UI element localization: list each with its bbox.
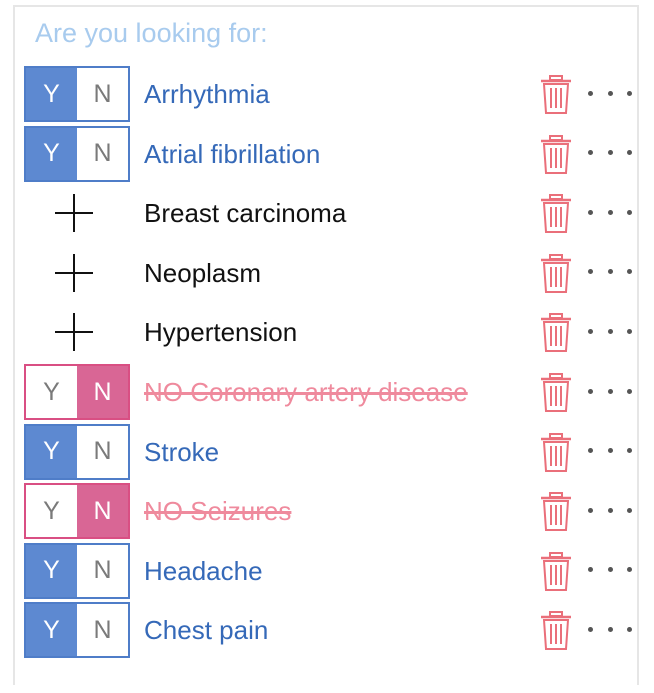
toggle-yes-button[interactable]: Y xyxy=(26,544,77,597)
condition-label[interactable]: Hypertension xyxy=(144,304,297,360)
trash-icon[interactable] xyxy=(539,134,573,175)
more-dot xyxy=(588,269,593,275)
more-options-icon[interactable] xyxy=(588,316,632,346)
trash-icon[interactable] xyxy=(539,253,573,294)
toggle-no-button[interactable]: N xyxy=(77,544,128,597)
more-dot xyxy=(627,209,632,215)
more-dot xyxy=(607,567,613,573)
more-dot xyxy=(627,626,632,632)
toggle-no-button[interactable]: N xyxy=(77,425,128,478)
more-dot xyxy=(588,507,593,513)
more-dot xyxy=(588,90,593,96)
toggle-yes-button[interactable]: Y xyxy=(26,604,77,657)
more-dot xyxy=(627,388,632,394)
condition-label[interactable]: Chest pain xyxy=(144,602,268,658)
yes-no-toggle[interactable]: YN xyxy=(24,602,130,659)
condition-panel: Are you looking for: Y N Arrhythmia Y N Atria… xyxy=(13,5,639,685)
toggle-no-button[interactable]: N xyxy=(77,485,128,538)
more-dot xyxy=(588,328,593,334)
plus-icon[interactable] xyxy=(55,313,93,352)
yes-no-toggle[interactable]: YN xyxy=(24,66,130,122)
toggle-no-button[interactable]: N xyxy=(77,68,128,120)
more-options-icon[interactable] xyxy=(588,436,632,466)
trash-icon[interactable] xyxy=(539,611,573,651)
toggle-yes-button[interactable]: Y xyxy=(26,68,77,120)
yes-no-toggle[interactable]: YN xyxy=(24,364,130,420)
condition-row: Y N Chest pain xyxy=(15,602,637,659)
more-dot xyxy=(607,328,613,334)
more-options-icon[interactable] xyxy=(588,257,632,287)
panel-prompt: Are you looking for: xyxy=(35,18,268,48)
more-dot xyxy=(588,388,593,394)
more-dot xyxy=(607,269,613,275)
toggle-no-button[interactable]: N xyxy=(77,366,128,418)
trash-icon[interactable] xyxy=(539,194,573,234)
more-dot xyxy=(607,507,613,513)
more-dot xyxy=(607,209,613,215)
yes-no-toggle[interactable]: YN xyxy=(24,542,130,599)
condition-label[interactable]: NO Coronary artery disease xyxy=(144,364,468,420)
yes-no-toggle[interactable]: YN xyxy=(24,483,130,540)
toggle-no-button[interactable]: N xyxy=(77,127,128,180)
trash-icon[interactable] xyxy=(539,551,573,592)
more-dot xyxy=(627,150,632,156)
more-options-icon[interactable] xyxy=(588,376,632,406)
toggle-no-button[interactable]: N xyxy=(77,604,128,657)
more-dot xyxy=(607,448,613,454)
more-options-icon[interactable] xyxy=(588,555,632,585)
more-dot xyxy=(588,448,593,454)
condition-row: Breast carcinoma xyxy=(15,185,637,241)
condition-row: Y N Stroke xyxy=(15,423,637,480)
trash-icon[interactable] xyxy=(539,313,573,353)
more-dot xyxy=(627,328,632,334)
trash-icon[interactable] xyxy=(539,492,573,532)
condition-label[interactable]: Atrial fibrillation xyxy=(144,126,320,182)
toggle-yes-button[interactable]: Y xyxy=(26,485,77,538)
condition-row: Y N NO Seizures xyxy=(15,483,637,540)
condition-row: Hypertension xyxy=(15,304,637,360)
more-dot xyxy=(627,90,632,96)
plus-icon[interactable] xyxy=(55,253,93,292)
more-dot xyxy=(588,209,593,215)
condition-row: Y N Arrhythmia xyxy=(15,66,637,122)
condition-row: Y N Headache xyxy=(15,542,637,599)
more-dot xyxy=(588,150,593,156)
condition-label[interactable]: Headache xyxy=(144,543,263,599)
more-options-icon[interactable] xyxy=(588,78,632,108)
more-dot xyxy=(627,567,632,573)
more-dot xyxy=(607,90,613,96)
more-dot xyxy=(588,567,593,573)
more-dot xyxy=(627,507,632,513)
more-options-icon[interactable] xyxy=(588,614,632,644)
condition-label[interactable]: Breast carcinoma xyxy=(144,185,346,241)
condition-row: Neoplasm xyxy=(15,245,637,301)
condition-label[interactable]: Stroke xyxy=(144,424,219,480)
condition-label[interactable]: Arrhythmia xyxy=(144,66,270,122)
more-options-icon[interactable] xyxy=(588,138,632,168)
plus-icon[interactable] xyxy=(55,194,93,233)
condition-label[interactable]: NO Seizures xyxy=(144,483,291,539)
more-options-icon[interactable] xyxy=(588,197,632,227)
more-dot xyxy=(607,388,613,394)
yes-no-toggle[interactable]: YN xyxy=(24,125,130,182)
more-dot xyxy=(607,150,613,156)
trash-icon[interactable] xyxy=(539,432,573,473)
yes-no-toggle[interactable]: YN xyxy=(24,423,130,480)
more-dot xyxy=(607,626,613,632)
condition-row: Y N Atrial fibrillation xyxy=(15,125,637,182)
more-dot xyxy=(588,626,593,632)
trash-icon[interactable] xyxy=(539,75,573,115)
toggle-yes-button[interactable]: Y xyxy=(26,127,77,180)
condition-row: Y N NO Coronary artery disease xyxy=(15,364,637,420)
toggle-yes-button[interactable]: Y xyxy=(26,425,77,478)
condition-label[interactable]: Neoplasm xyxy=(144,245,261,301)
more-dot xyxy=(627,269,632,275)
trash-icon[interactable] xyxy=(539,373,573,413)
more-dot xyxy=(627,448,632,454)
toggle-yes-button[interactable]: Y xyxy=(26,366,77,418)
more-options-icon[interactable] xyxy=(588,495,632,525)
